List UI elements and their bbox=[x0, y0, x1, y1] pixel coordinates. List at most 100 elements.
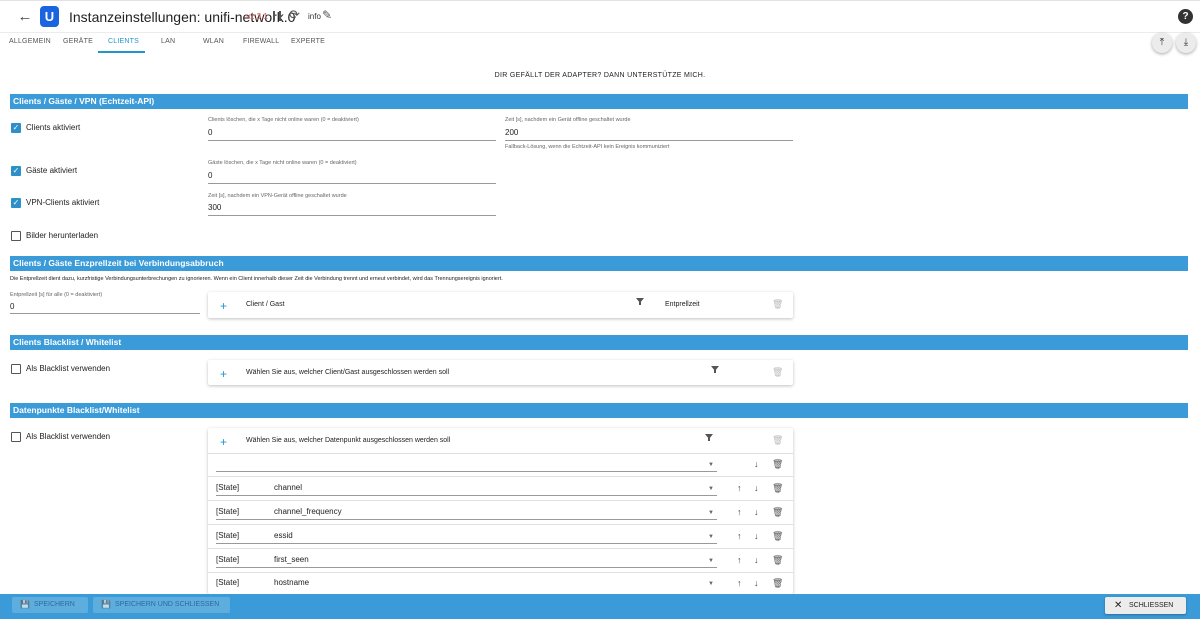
datapoint-select-underline bbox=[216, 543, 717, 544]
close-button-label: Schliessen bbox=[1129, 602, 1174, 609]
clients-blacklist-label: Als Blacklist verwenden bbox=[26, 364, 111, 373]
arrow-down-icon[interactable]: ↓ bbox=[754, 459, 759, 469]
section-header-realtime: Clients / Gäste / VPN (Echtzeit-API) bbox=[10, 94, 1188, 109]
clients-delete-label: Clients löschen, die x Tage nicht online… bbox=[208, 117, 359, 123]
arrow-up-icon[interactable]: ↑ bbox=[737, 555, 742, 565]
save-button-label: Speichern bbox=[34, 601, 75, 608]
support-promo-link[interactable]: DIR GEFÄLLT DER ADAPTER? DANN UNTERSTÜTZ… bbox=[0, 72, 1200, 79]
vpn-offline-label: Zeit [s], nachdem ein VPN-Gerät offline … bbox=[208, 193, 347, 199]
guests-delete-input[interactable]: 0 bbox=[208, 171, 212, 180]
vpn-offline-underline bbox=[208, 215, 496, 216]
debounce-description: Die Entprellzeit dient dazu, kurzfristig… bbox=[10, 276, 503, 282]
clients-enabled-label: Clients aktiviert bbox=[26, 123, 81, 132]
section-header-debounce: Clients / Gäste Enzprellzeit bei Verbind… bbox=[10, 256, 1188, 271]
datapoint-name[interactable]: hostname bbox=[274, 578, 309, 587]
datapoint-type: [State] bbox=[216, 555, 240, 564]
add-datapoint-icon[interactable]: + bbox=[220, 436, 227, 448]
arrow-up-icon[interactable]: ↑ bbox=[737, 578, 742, 588]
chevron-down-icon[interactable]: ▼ bbox=[708, 558, 714, 564]
device-offline-help: Fallback-Lösung, wenn die Echtzeit-API k… bbox=[505, 144, 670, 150]
vpn-offline-input[interactable]: 300 bbox=[208, 203, 221, 212]
datapoint-name[interactable]: channel bbox=[274, 483, 302, 492]
add-debounce-icon[interactable]: + bbox=[220, 300, 227, 312]
tab-geraete[interactable]: Geräte bbox=[63, 38, 93, 45]
edit-pencil-icon[interactable]: ✎ bbox=[322, 8, 332, 22]
vpn-enabled-checkbox[interactable]: ✓ bbox=[11, 198, 21, 208]
trash-icon[interactable]: 🗑 bbox=[772, 367, 783, 378]
datapoint-select-underline bbox=[216, 495, 717, 496]
tab-lan[interactable]: LAN bbox=[161, 38, 175, 45]
arrow-up-icon[interactable]: ↑ bbox=[737, 483, 742, 493]
trash-icon[interactable]: 🗑 bbox=[772, 531, 783, 542]
tab-wlan[interactable]: WLAN bbox=[203, 38, 224, 45]
datapoint-name[interactable]: first_seen bbox=[274, 555, 309, 564]
guests-delete-label: Gäste löschen, die x Tage nicht online w… bbox=[208, 160, 357, 166]
arrow-down-icon[interactable]: ↓ bbox=[754, 578, 759, 588]
datapoint-name[interactable]: channel_frequency bbox=[274, 507, 342, 516]
datapoints-blacklist-label: Als Blacklist verwenden bbox=[26, 432, 111, 441]
row-divider bbox=[208, 500, 793, 501]
close-button[interactable]: ✕ Schliessen bbox=[1105, 597, 1186, 614]
trash-icon[interactable]: 🗑 bbox=[772, 299, 783, 310]
trash-icon[interactable]: 🗑 bbox=[772, 483, 783, 494]
upload-config-icon[interactable]: ⤒ bbox=[1152, 33, 1172, 53]
clients-delete-input[interactable]: 0 bbox=[208, 128, 212, 137]
trash-icon[interactable]: 🗑 bbox=[772, 507, 783, 518]
device-offline-label: Zeit [s], nachdem ein Gerät offline gesc… bbox=[505, 117, 631, 123]
arrow-down-icon[interactable]: ↓ bbox=[754, 483, 759, 493]
row-divider bbox=[208, 453, 793, 454]
chevron-down-icon[interactable]: ▼ bbox=[708, 510, 714, 516]
vpn-enabled-label: VPN-Clients aktiviert bbox=[26, 198, 100, 207]
debounce-all-input[interactable]: 0 bbox=[10, 302, 14, 311]
device-offline-input[interactable]: 200 bbox=[505, 128, 518, 137]
datapoints-hint: Wählen Sie aus, welcher Datenpunkt ausge… bbox=[246, 437, 451, 444]
chevron-down-icon[interactable]: ▼ bbox=[708, 534, 714, 540]
tab-experte[interactable]: Experte bbox=[291, 38, 325, 45]
download-config-icon[interactable]: ⤓ bbox=[1176, 33, 1196, 53]
datapoint-select-underline bbox=[216, 471, 717, 472]
download-images-label: Bilder herunterladen bbox=[26, 231, 99, 240]
reload-icon[interactable]: ⟳ bbox=[289, 7, 300, 23]
pause-icon[interactable] bbox=[273, 11, 281, 21]
close-icon: ✕ bbox=[1114, 600, 1123, 611]
debounce-col-client: Client / Gast bbox=[246, 301, 285, 308]
arrow-up-icon[interactable]: ↑ bbox=[737, 531, 742, 541]
clients-blacklist-checkbox[interactable] bbox=[11, 364, 21, 374]
arrow-down-icon[interactable]: ↓ bbox=[754, 507, 759, 517]
tab-allgemein[interactable]: Allgemein bbox=[9, 38, 51, 45]
chevron-down-icon[interactable]: ▼ bbox=[708, 581, 714, 587]
datapoint-name[interactable]: essid bbox=[274, 531, 293, 540]
save-button[interactable]: 💾 Speichern bbox=[12, 597, 88, 613]
tab-clients[interactable]: Clients bbox=[108, 38, 139, 45]
clients-delete-underline bbox=[208, 140, 496, 141]
row-divider bbox=[208, 476, 793, 477]
download-images-checkbox[interactable] bbox=[11, 231, 21, 241]
arrow-down-icon[interactable]: ↓ bbox=[754, 531, 759, 541]
tab-firewall[interactable]: Firewall bbox=[243, 38, 279, 45]
trash-icon[interactable]: 🗑 bbox=[772, 578, 783, 589]
filter-icon-stem bbox=[714, 370, 716, 373]
arrow-down-icon[interactable]: ↓ bbox=[754, 555, 759, 565]
save-close-button[interactable]: 💾 Speichern und schliessen bbox=[93, 597, 230, 613]
datapoints-blacklist-checkbox[interactable] bbox=[11, 432, 21, 442]
unifi-logo-icon: U bbox=[40, 6, 59, 27]
save-icon: 💾 bbox=[20, 600, 30, 609]
save-icon: 💾 bbox=[101, 600, 111, 609]
add-client-icon[interactable]: + bbox=[220, 368, 227, 380]
trash-icon[interactable]: 🗑 bbox=[772, 459, 783, 470]
active-tab-indicator bbox=[98, 51, 145, 53]
datapoint-select-underline bbox=[216, 567, 717, 568]
chevron-down-icon[interactable]: ▼ bbox=[708, 462, 714, 468]
help-icon[interactable]: ? bbox=[1178, 9, 1193, 24]
trash-icon[interactable]: 🗑 bbox=[772, 435, 783, 446]
debounce-table bbox=[208, 292, 793, 318]
version-badge: v1.3.1 bbox=[246, 12, 268, 21]
guests-enabled-checkbox[interactable]: ✓ bbox=[11, 166, 21, 176]
back-arrow-icon[interactable]: ← bbox=[16, 9, 34, 25]
clients-enabled-checkbox[interactable]: ✓ bbox=[11, 123, 21, 133]
trash-icon[interactable]: 🗑 bbox=[772, 555, 783, 566]
row-divider bbox=[208, 548, 793, 549]
arrow-up-icon[interactable]: ↑ bbox=[737, 507, 742, 517]
chevron-down-icon[interactable]: ▼ bbox=[708, 486, 714, 492]
row-divider bbox=[208, 572, 793, 573]
